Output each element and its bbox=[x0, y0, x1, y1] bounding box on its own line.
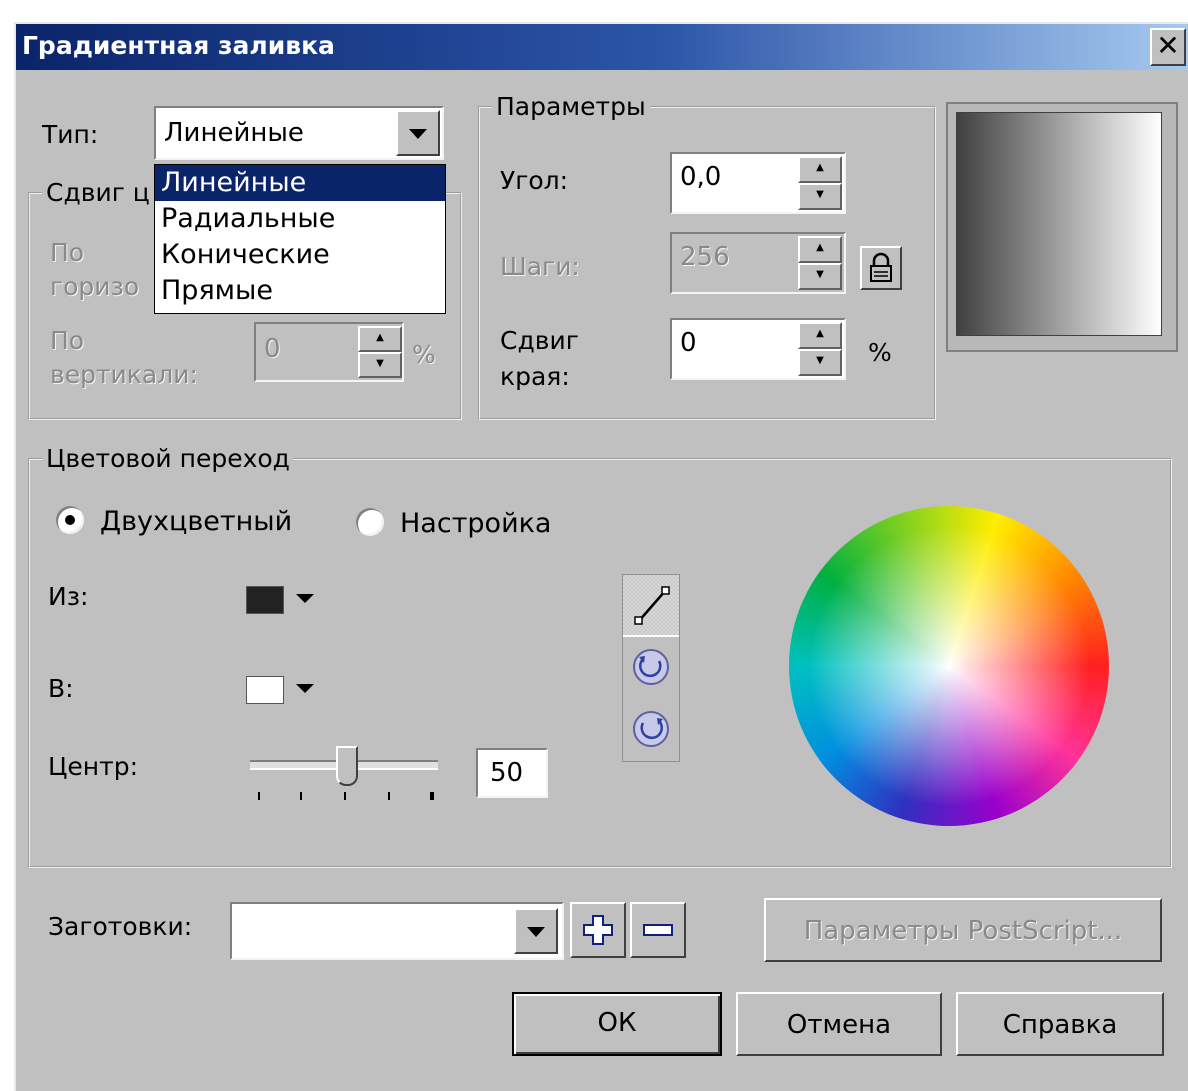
color-blend-title: Цветовой переход bbox=[42, 444, 294, 473]
steps-value: 256 bbox=[680, 242, 730, 272]
edge-pad-spinner[interactable]: ▲ ▼ bbox=[798, 322, 842, 376]
spin-up-icon[interactable]: ▲ bbox=[798, 156, 842, 183]
type-option-radial[interactable]: Радиальные bbox=[155, 201, 445, 237]
gradient-preview bbox=[946, 102, 1178, 352]
title-bar: Градиентная заливка ✕ bbox=[16, 24, 1188, 70]
edge-pad-label-line2: края: bbox=[500, 362, 570, 391]
spin-down-icon[interactable]: ▼ bbox=[798, 263, 842, 290]
type-label: Тип: bbox=[42, 120, 99, 149]
to-color-dropdown-icon[interactable] bbox=[296, 684, 314, 693]
type-select[interactable]: Линейные bbox=[154, 106, 444, 160]
vertical-label-line1: По bbox=[50, 326, 85, 355]
type-dropdown-button[interactable] bbox=[396, 110, 440, 156]
two-color-label: Двухцветный bbox=[100, 506, 293, 537]
spin-down-icon[interactable]: ▼ bbox=[358, 352, 402, 378]
from-label: Из: bbox=[48, 582, 89, 611]
spin-up-icon[interactable]: ▲ bbox=[798, 322, 842, 349]
ok-label: ОК bbox=[597, 1008, 637, 1038]
mid-point-slider-ticks bbox=[258, 792, 438, 802]
two-color-radio[interactable] bbox=[56, 506, 84, 534]
steps-spinner[interactable]: ▲ ▼ bbox=[798, 236, 842, 290]
type-option-square[interactable]: Прямые bbox=[155, 273, 445, 309]
counterclockwise-icon bbox=[633, 649, 669, 685]
lock-icon bbox=[870, 252, 892, 282]
add-preset-button[interactable] bbox=[570, 902, 626, 958]
presets-dropdown-button[interactable] bbox=[514, 908, 558, 954]
edge-pad-value: 0 bbox=[680, 328, 697, 358]
counterclockwise-blend-button[interactable] bbox=[623, 637, 679, 697]
mid-point-input[interactable]: 50 bbox=[476, 748, 548, 798]
remove-preset-button[interactable] bbox=[630, 902, 686, 958]
angle-label: Угол: bbox=[500, 166, 569, 195]
presets-label: Заготовки: bbox=[48, 912, 193, 941]
angle-input[interactable]: 0,0 ▲ ▼ bbox=[670, 152, 846, 214]
angle-spinner[interactable]: ▲ ▼ bbox=[798, 156, 842, 210]
minus-icon bbox=[643, 924, 673, 936]
gradient-preview-fill bbox=[956, 112, 1162, 336]
horizontal-label-line2: горизо bbox=[50, 272, 140, 301]
horizontal-label-line1: По bbox=[50, 238, 85, 267]
mid-point-label: Центр: bbox=[48, 752, 138, 781]
type-option-linear[interactable]: Линейные bbox=[155, 165, 445, 201]
chevron-down-icon bbox=[409, 129, 427, 139]
blend-direction-toolbar bbox=[622, 574, 680, 762]
clockwise-icon bbox=[633, 711, 669, 747]
steps-label: Шаги: bbox=[500, 252, 580, 281]
steps-input[interactable]: 256 ▲ ▼ bbox=[670, 232, 846, 294]
spin-down-icon[interactable]: ▼ bbox=[798, 349, 842, 376]
center-offset-title: Сдвиг ц bbox=[42, 178, 154, 207]
plus-icon bbox=[583, 915, 613, 945]
angle-value: 0,0 bbox=[680, 162, 722, 192]
options-title: Параметры bbox=[492, 92, 650, 121]
help-button[interactable]: Справка bbox=[956, 992, 1164, 1056]
to-color-swatch[interactable] bbox=[246, 676, 284, 704]
close-button[interactable]: ✕ bbox=[1150, 28, 1186, 66]
vertical-label-line2: вертикали: bbox=[50, 360, 198, 389]
color-wheel[interactable] bbox=[789, 506, 1109, 826]
help-label: Справка bbox=[1002, 1010, 1118, 1040]
from-color-swatch[interactable] bbox=[246, 586, 284, 614]
steps-lock-button[interactable] bbox=[860, 246, 902, 290]
vertical-offset-unit: % bbox=[412, 340, 436, 369]
gradient-fill-dialog: Градиентная заливка ✕ Тип: Линейные Сдви… bbox=[14, 22, 1188, 1091]
spin-down-icon[interactable]: ▼ bbox=[798, 183, 842, 210]
close-icon: ✕ bbox=[1156, 29, 1180, 62]
vertical-offset-spinner[interactable]: ▲ ▼ bbox=[358, 326, 402, 378]
type-select-value: Линейные bbox=[164, 118, 304, 148]
custom-radio[interactable] bbox=[356, 508, 384, 536]
edge-pad-unit: % bbox=[868, 338, 892, 367]
cancel-button[interactable]: Отмена bbox=[736, 992, 942, 1056]
mid-point-slider-thumb[interactable] bbox=[336, 746, 358, 786]
spin-up-icon[interactable]: ▲ bbox=[358, 326, 402, 352]
ok-button[interactable]: ОК bbox=[512, 992, 722, 1056]
postscript-options-button[interactable]: Параметры PostScript... bbox=[764, 898, 1162, 962]
spin-up-icon[interactable]: ▲ bbox=[798, 236, 842, 263]
presets-select[interactable] bbox=[230, 902, 564, 960]
vertical-offset-input[interactable]: 0 ▲ ▼ bbox=[254, 322, 404, 382]
direct-line-icon bbox=[634, 586, 670, 625]
edge-pad-input[interactable]: 0 ▲ ▼ bbox=[670, 318, 846, 380]
cancel-label: Отмена bbox=[786, 1010, 892, 1040]
mid-point-value: 50 bbox=[490, 758, 524, 788]
from-color-dropdown-icon[interactable] bbox=[296, 594, 314, 603]
chevron-down-icon bbox=[527, 927, 545, 937]
direct-blend-button[interactable] bbox=[623, 575, 679, 637]
clockwise-blend-button[interactable] bbox=[623, 699, 679, 759]
to-label: В: bbox=[48, 674, 74, 703]
type-dropdown-list[interactable]: Линейные Радиальные Конические Прямые bbox=[154, 164, 446, 314]
type-option-conical[interactable]: Конические bbox=[155, 237, 445, 273]
vertical-offset-value: 0 bbox=[264, 334, 281, 364]
edge-pad-label-line1: Сдвиг bbox=[500, 326, 579, 355]
custom-label: Настройка bbox=[400, 508, 552, 539]
dialog-title: Градиентная заливка bbox=[22, 31, 335, 60]
postscript-options-label: Параметры PostScript... bbox=[803, 916, 1123, 946]
